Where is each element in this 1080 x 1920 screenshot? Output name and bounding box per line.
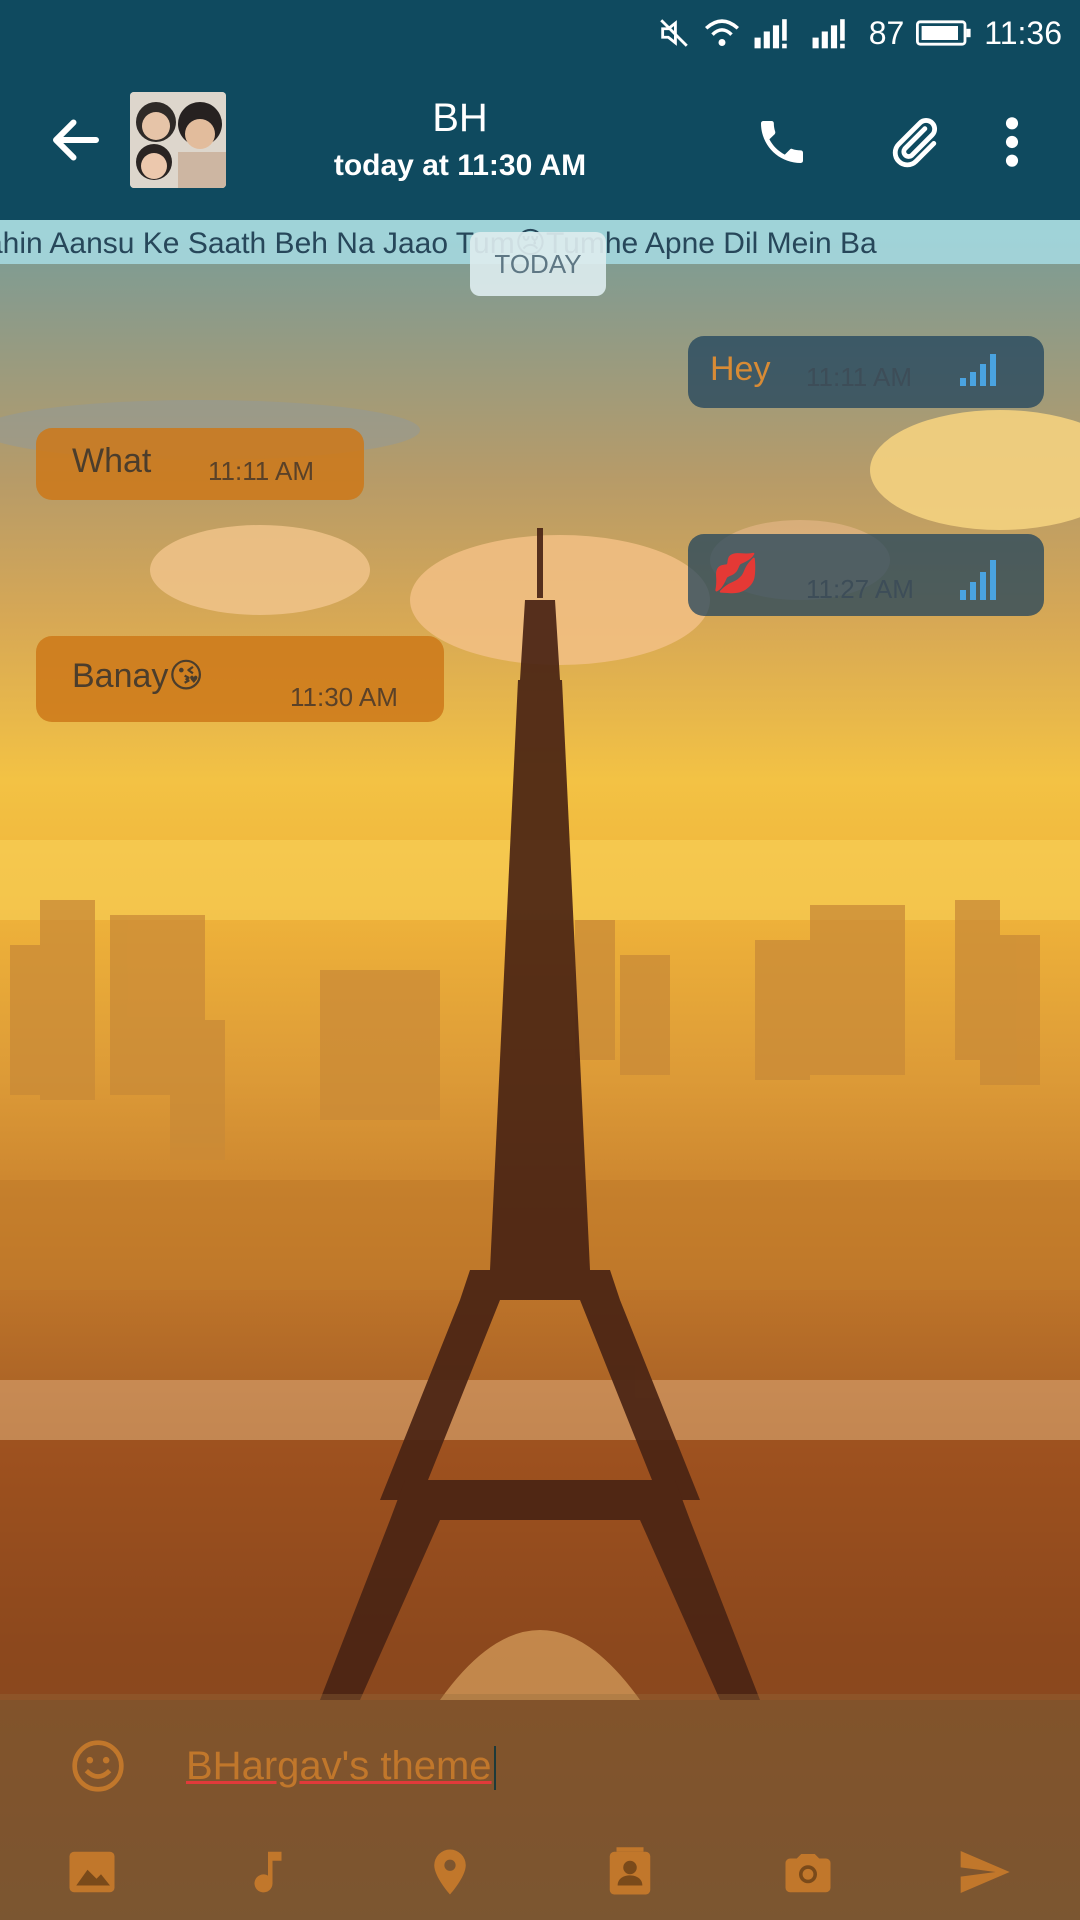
- message-bubble-in[interactable]: What 11:11 AM: [36, 428, 364, 500]
- mute-icon: [657, 16, 691, 50]
- message-time: 11:30 AM: [290, 682, 398, 712]
- call-button[interactable]: [750, 110, 814, 174]
- emoji-icon: [72, 1740, 124, 1792]
- wifi-icon: [703, 16, 741, 50]
- contact-header[interactable]: BH today at 11:30 AM: [290, 96, 630, 183]
- input-text: BHargav's theme: [186, 1744, 492, 1788]
- phone-icon: [761, 121, 803, 163]
- compose-bar: BHargav's theme: [0, 1694, 1080, 1920]
- attach-button[interactable]: [882, 110, 946, 174]
- message-bubble-in[interactable]: Banay😘 11:30 AM: [36, 636, 444, 722]
- camera-button[interactable]: [776, 1840, 840, 1904]
- status-bar: 87 11:36: [0, 0, 1080, 66]
- text-cursor: [493, 1746, 496, 1791]
- more-vert-icon: [1005, 117, 1019, 167]
- clock: 11:36: [984, 14, 1062, 51]
- message-time: 11:27 AM: [806, 574, 914, 604]
- battery-level: 87: [868, 14, 905, 51]
- delivered-signal-icon: [960, 554, 1014, 609]
- message-bubble-out[interactable]: Hey 11:11 AM: [688, 336, 1044, 408]
- message-text: Banay😘: [72, 657, 204, 695]
- arrow-left-icon: [53, 119, 99, 161]
- message-time: 11:11 AM: [806, 362, 912, 392]
- contact-share-button[interactable]: [598, 1840, 662, 1904]
- message-text: What: [72, 442, 152, 480]
- contact-icon: [609, 1847, 651, 1895]
- signal-icon-2: [811, 16, 857, 50]
- avatar-photo-icon: [130, 92, 226, 188]
- back-button[interactable]: [46, 110, 106, 170]
- location-icon: [434, 1849, 466, 1895]
- date-divider: TODAY: [470, 232, 606, 296]
- chat-toolbar: BH today at 11:30 AM: [0, 66, 1080, 220]
- paperclip-icon: [892, 118, 938, 168]
- contact-name: BH: [432, 96, 488, 140]
- emoji-button[interactable]: [70, 1738, 130, 1798]
- message-bubble-out[interactable]: 💋 11:27 AM: [688, 534, 1044, 616]
- attachment-toolbar: [0, 1840, 1080, 1910]
- contact-avatar[interactable]: [130, 92, 226, 188]
- message-time: 11:11 AM: [208, 456, 314, 486]
- send-icon: [960, 1851, 1010, 1893]
- gallery-button[interactable]: [60, 1840, 124, 1904]
- battery-icon: [916, 19, 972, 47]
- more-options-button[interactable]: [980, 110, 1044, 174]
- send-button[interactable]: [952, 1840, 1016, 1904]
- last-seen: today at 11:30 AM: [333, 149, 587, 182]
- ticker-text: ahin Aansu Ke Saath Beh Na Jaao Tum😢Tumh…: [0, 227, 877, 260]
- camera-icon: [785, 1854, 831, 1893]
- image-icon: [69, 1851, 115, 1893]
- location-button[interactable]: [418, 1840, 482, 1904]
- message-text: Hey: [710, 350, 771, 388]
- message-text: 💋: [712, 553, 760, 595]
- signal-icon: [753, 16, 799, 50]
- audio-button[interactable]: [236, 1840, 300, 1904]
- message-input[interactable]: BHargav's theme: [186, 1730, 786, 1802]
- delivered-signal-icon: [960, 346, 1014, 395]
- music-icon: [254, 1851, 282, 1893]
